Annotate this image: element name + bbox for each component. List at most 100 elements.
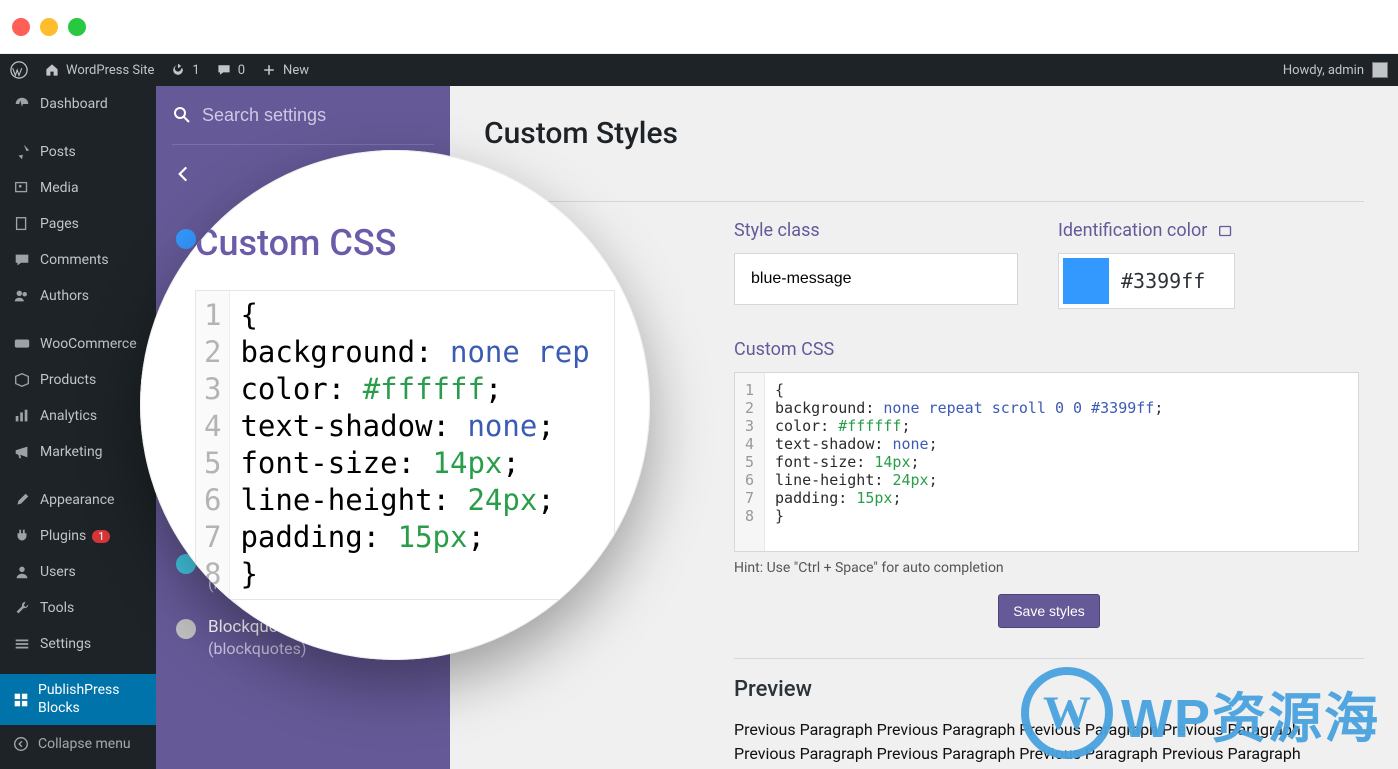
woo-icon <box>12 334 32 354</box>
magnifier-code: { background: none rep color: #ffffff; t… <box>230 291 599 599</box>
magnifier-title: Custom CSS <box>195 222 615 264</box>
sidebar-item-analytics[interactable]: Analytics <box>0 398 156 434</box>
sidebar-item-plugins[interactable]: Plugins 1 <box>0 518 156 554</box>
chart-icon <box>12 406 32 426</box>
new-label: New <box>283 63 309 78</box>
comment-icon <box>12 250 32 270</box>
search-input[interactable] <box>202 105 434 126</box>
brush-icon <box>12 490 32 510</box>
color-picker[interactable]: #3399ff <box>1058 253 1235 309</box>
watermark-text: WP资源海 <box>1121 674 1380 753</box>
sidebar-item-products[interactable]: Products <box>0 362 156 398</box>
site-name: WordPress Site <box>66 63 154 78</box>
plugins-badge: 1 <box>92 530 110 543</box>
updates-link[interactable]: 1 <box>170 62 199 78</box>
comments-count: 0 <box>238 63 245 78</box>
arrow-left-icon <box>172 163 194 185</box>
media-icon <box>12 178 32 198</box>
pin-icon <box>12 142 32 162</box>
sidebar-item-users[interactable]: Users <box>0 554 156 590</box>
collapse-icon <box>12 735 30 753</box>
sidebar-item-label: Analytics <box>40 408 97 424</box>
id-color-label: Identification color <box>1058 220 1207 241</box>
sidebar-item-label: PublishPress Blocks <box>38 682 144 717</box>
editor-gutter: 12345678 <box>735 373 765 551</box>
pages-icon <box>12 214 32 234</box>
tag-icon <box>1217 222 1235 240</box>
megaphone-icon <box>12 442 32 462</box>
user-icon <box>12 562 32 582</box>
magnifier-gutter: 12345678 <box>196 291 230 599</box>
close-dot[interactable] <box>12 18 30 36</box>
wordpress-icon <box>10 61 28 79</box>
search-row <box>156 86 450 144</box>
color-swatch <box>176 229 196 249</box>
sidebar-item-label: Plugins <box>40 528 86 544</box>
watermark-logo: W <box>1021 667 1113 759</box>
css-editor[interactable]: 12345678 { background: none repeat scrol… <box>734 372 1359 552</box>
box-icon <box>12 370 32 390</box>
new-link[interactable]: New <box>261 62 309 78</box>
custom-css-label: Custom CSS <box>734 339 1364 360</box>
style-class-label: Style class <box>734 220 1018 241</box>
sidebar-item-label: WooCommerce <box>40 336 137 352</box>
sidebar-item-label: Media <box>40 180 79 196</box>
refresh-icon <box>170 62 186 78</box>
color-hex: #3399ff <box>1121 269 1205 293</box>
howdy[interactable]: Howdy, admin <box>1283 63 1364 78</box>
sidebar-item-label: Appearance <box>40 492 114 508</box>
sidebar-item-label: Authors <box>40 288 89 304</box>
sidebar-item-label: Dashboard <box>40 96 108 112</box>
home-icon <box>44 62 60 78</box>
sidebar-item-tools[interactable]: Tools <box>0 590 156 626</box>
site-link[interactable]: WordPress Site <box>44 62 154 78</box>
color-swatch <box>176 619 196 639</box>
sidebar-item-media[interactable]: Media <box>0 170 156 206</box>
style-slug: (blockquotes) <box>208 639 306 658</box>
sidebar-item-dashboard[interactable]: Dashboard <box>0 86 156 122</box>
sidebar-item-label: Settings <box>40 636 91 652</box>
comment-icon <box>216 62 232 78</box>
wrench-icon <box>12 598 32 618</box>
sidebar-item-comments[interactable]: Comments <box>0 242 156 278</box>
sidebar-item-publishpress-blocks[interactable]: PublishPress Blocks <box>0 674 156 725</box>
sidebar-item-woocommerce[interactable]: WooCommerce <box>0 326 156 362</box>
divider <box>734 658 1364 659</box>
sidebar-item-label: Users <box>40 564 76 580</box>
save-styles-button[interactable]: Save styles <box>998 594 1100 628</box>
sidebar-item-label: Products <box>40 372 96 388</box>
minimize-dot[interactable] <box>40 18 58 36</box>
blocks-icon <box>12 690 30 710</box>
color-swatch[interactable] <box>1063 258 1109 304</box>
sidebar-item-pages[interactable]: Pages <box>0 206 156 242</box>
window-titlebar <box>0 0 1398 54</box>
magnifier: Custom CSS 12345678 { background: none r… <box>140 150 650 660</box>
settings-icon <box>12 634 32 654</box>
collapse-menu[interactable]: Collapse menu <box>0 725 156 763</box>
updates-count: 1 <box>192 63 199 78</box>
admin-bar: WordPress Site 1 0 New Howdy, admin <box>0 54 1398 86</box>
sidebar-item-settings[interactable]: Settings <box>0 626 156 662</box>
page-title: Custom Styles <box>484 116 1364 151</box>
magnifier-editor: 12345678 { background: none rep color: #… <box>195 290 615 600</box>
users-icon <box>12 286 32 306</box>
sidebar-item-label: Comments <box>40 252 109 268</box>
sidebar-item-label: Marketing <box>40 444 103 460</box>
editor-code[interactable]: { background: none repeat scroll 0 0 #33… <box>765 373 1358 551</box>
zoom-dot[interactable] <box>68 18 86 36</box>
dashboard-icon <box>12 94 32 114</box>
plug-icon <box>12 526 32 546</box>
collapse-label: Collapse menu <box>38 736 131 752</box>
style-class-input[interactable] <box>734 253 1018 305</box>
watermark: W WP资源海 <box>1021 667 1380 759</box>
admin-sidebar: Dashboard Posts Media Pages Comments Aut… <box>0 86 156 769</box>
comments-link[interactable]: 0 <box>216 62 245 78</box>
avatar[interactable] <box>1372 62 1388 78</box>
sidebar-item-marketing[interactable]: Marketing <box>0 434 156 470</box>
wp-logo[interactable] <box>10 61 28 79</box>
sidebar-item-appearance[interactable]: Appearance <box>0 482 156 518</box>
sidebar-item-authors[interactable]: Authors <box>0 278 156 314</box>
sidebar-item-posts[interactable]: Posts <box>0 134 156 170</box>
sidebar-item-label: Posts <box>40 144 76 160</box>
search-icon <box>172 104 192 126</box>
